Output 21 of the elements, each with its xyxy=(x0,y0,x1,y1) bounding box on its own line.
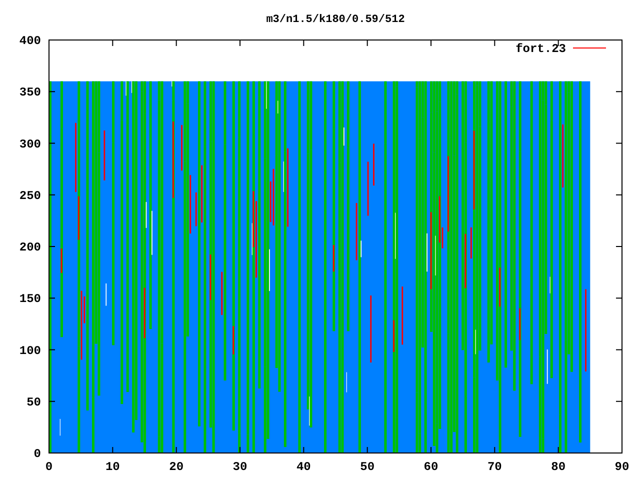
legend-label: fort.23 xyxy=(516,42,566,56)
x-tick-label: 20 xyxy=(169,460,184,474)
y-tick-label: 150 xyxy=(19,292,41,306)
x-tick-label: 50 xyxy=(360,460,375,474)
x-tick-label: 30 xyxy=(232,460,248,474)
y-tick-label: 350 xyxy=(19,86,41,100)
x-tick-label: 40 xyxy=(296,460,311,474)
y-tick-label: 0 xyxy=(34,447,41,461)
chart-title: m3/n1.5/k180/0.59/512 xyxy=(266,14,405,26)
x-tick-label: 0 xyxy=(45,460,53,474)
x-tick-label: 80 xyxy=(551,460,566,474)
y-tick-label: 300 xyxy=(19,137,41,152)
y-tick-label: 200 xyxy=(19,240,41,254)
x-tick-label: 60 xyxy=(424,460,438,474)
y-tick-label: 50 xyxy=(26,395,41,410)
y-tick-label: 250 xyxy=(19,188,41,203)
x-tick-label: 90 xyxy=(614,460,630,474)
y-tick-label: 100 xyxy=(19,344,41,358)
y-tick-label: 400 xyxy=(19,34,41,48)
x-tick-label: 10 xyxy=(105,460,120,474)
x-tick-label: 70 xyxy=(487,460,502,474)
